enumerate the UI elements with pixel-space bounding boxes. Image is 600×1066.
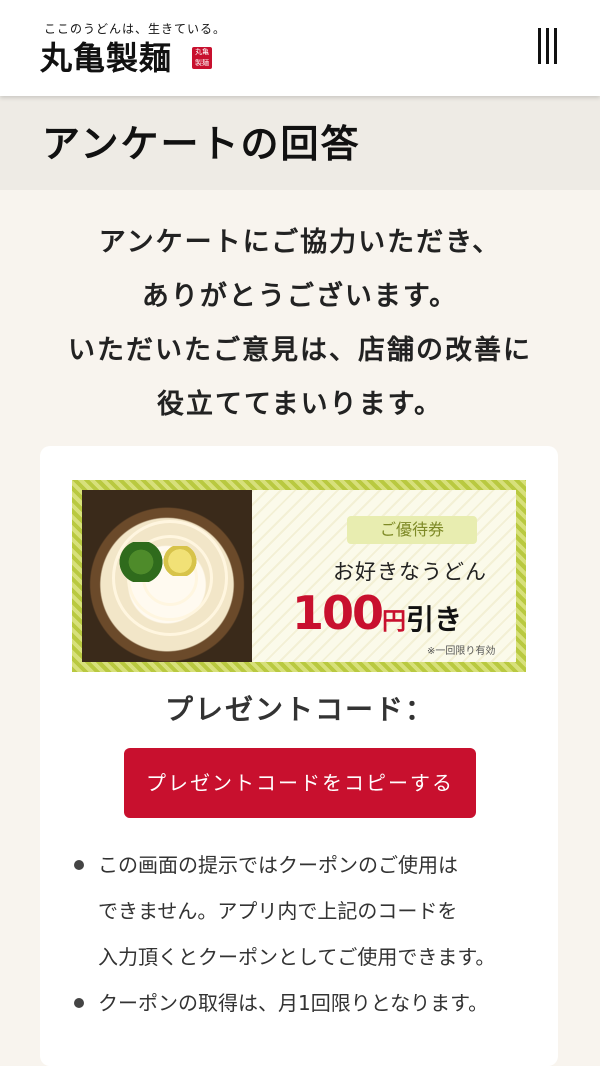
menu-bar-icon — [546, 28, 549, 64]
thanks-line: 役立ててまいります。 — [157, 389, 443, 420]
present-code-label: プレゼントコード： — [164, 693, 435, 726]
brand-logo[interactable]: 丸亀製麺 — [40, 38, 172, 78]
udon-photo — [82, 490, 252, 662]
coupon-inner: ご優待券 お好きなうどん 100円引き ※一回限り有効 — [82, 490, 516, 662]
thanks-message: アンケートにご協力いただき、 ありがとうございます。 いただいたご意見は、店舗の… — [0, 216, 600, 432]
coupon-image: ご優待券 お好きなうどん 100円引き ※一回限り有効 — [72, 480, 526, 672]
coupon-note: ※一回限り有効 — [427, 646, 496, 657]
thanks-line: ありがとうございます。 — [141, 281, 459, 312]
thanks-line: いただいたご意見は、店舗の改善に — [68, 335, 532, 366]
copy-present-code-button[interactable]: プレゼントコードをコピーする — [124, 748, 476, 818]
notes-list: この画面の提示ではクーポンのご使用は できません。アプリ内で上記のコードを 入力… — [70, 842, 560, 1026]
menu-bar-icon — [554, 28, 557, 64]
note-line: 入力頂くとクーポンとしてご使用できます。 — [98, 945, 496, 969]
coupon-label: ご優待券 — [347, 516, 477, 544]
coupon-currency: 円 — [382, 607, 407, 635]
bullet-icon — [74, 860, 84, 870]
coupon-suffix: 引き — [406, 603, 463, 636]
brand-tagline: ここのうどんは、生きている。 — [44, 22, 227, 36]
scallion-topping — [118, 542, 164, 582]
note-line: できません。アプリ内で上記のコードを — [98, 899, 458, 923]
note-line: この画面の提示ではクーポンのご使用は — [98, 853, 458, 877]
coupon-amount: 100円引き — [292, 586, 522, 640]
menu-bar-icon — [538, 28, 541, 64]
page-title: アンケートの回答 — [42, 121, 361, 166]
list-item: この画面の提示ではクーポンのご使用は できません。アプリ内で上記のコードを 入力… — [70, 842, 560, 980]
list-item: クーポンの取得は、月1回限りとなります。 — [70, 980, 560, 1026]
bullet-icon — [74, 998, 84, 1008]
hamburger-menu-button[interactable] — [532, 26, 564, 66]
note-line: クーポンの取得は、月1回限りとなります。 — [98, 991, 489, 1015]
thanks-line: アンケートにご協力いただき、 — [98, 227, 502, 258]
ginger-topping — [162, 546, 198, 576]
coupon-amount-value: 100 — [292, 586, 384, 640]
site-header: ここのうどんは、生きている。 丸亀製麺 丸亀 製麺 — [0, 0, 600, 96]
brand-seal-icon: 丸亀 製麺 — [192, 47, 212, 69]
coupon-description: お好きなうどん — [333, 560, 487, 584]
